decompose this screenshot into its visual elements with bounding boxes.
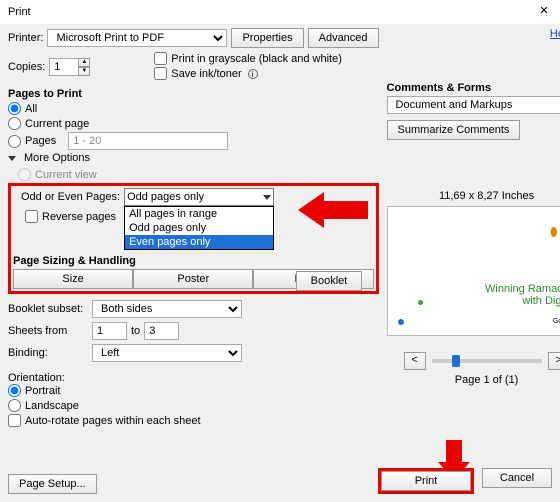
help-link[interactable]: Help?: [550, 28, 560, 40]
current-page-radio[interactable]: [8, 117, 21, 130]
reverse-checkbox[interactable]: [25, 210, 38, 223]
copies-label: Copies:: [8, 61, 45, 73]
pages-to-print-title: Pages to Print: [8, 88, 379, 100]
landscape-radio[interactable]: [8, 399, 21, 412]
binding-label: Binding:: [8, 347, 88, 359]
odd-even-label: Odd or Even Pages:: [21, 191, 120, 203]
advanced-button[interactable]: Advanced: [308, 28, 379, 48]
printer-select[interactable]: Microsoft Print to PDF: [47, 29, 227, 47]
comments-title: Comments & Forms: [387, 82, 560, 94]
pages-radio[interactable]: [8, 135, 21, 148]
autorotate-checkbox[interactable]: [8, 414, 21, 427]
page-setup-button[interactable]: Page Setup...: [8, 474, 97, 494]
sheets-from-input[interactable]: [92, 322, 127, 340]
cancel-button[interactable]: Cancel: [482, 468, 552, 488]
chevron-down-icon[interactable]: [8, 156, 16, 161]
grayscale-label: Print in grayscale (black and white): [171, 53, 342, 65]
page-indicator: Page 1 of (1): [387, 374, 560, 386]
dd-item-odd[interactable]: Odd pages only: [125, 221, 273, 235]
grayscale-checkbox[interactable]: [154, 52, 167, 65]
sizing-title: Page Sizing & Handling: [13, 255, 374, 267]
saveink-label: Save ink/toner: [171, 68, 241, 80]
odd-even-dropdown-list: All pages in range Odd pages only Even p…: [124, 206, 274, 250]
dd-item-even[interactable]: Even pages only: [125, 235, 273, 249]
summarize-button[interactable]: Summarize Comments: [387, 120, 521, 140]
odd-even-select[interactable]: Odd pages only: [124, 188, 274, 206]
more-options-toggle[interactable]: More Options: [24, 152, 90, 164]
printer-label: Printer:: [8, 32, 43, 44]
portrait-radio[interactable]: [8, 384, 21, 397]
size-tab[interactable]: Size: [13, 269, 133, 289]
chevron-down-icon: [263, 195, 271, 200]
red-arrow-annotation: [298, 188, 368, 232]
zoom-in-button[interactable]: >: [548, 352, 560, 370]
copies-down[interactable]: ▼: [78, 67, 90, 76]
copies-input[interactable]: [49, 58, 79, 76]
google-logo: Google: [553, 318, 560, 325]
zoom-out-button[interactable]: <: [404, 352, 426, 370]
properties-button[interactable]: Properties: [231, 28, 303, 48]
preview-dimensions: 11,69 x 8,27 Inches: [387, 190, 560, 202]
booklet-tab[interactable]: Booklet: [296, 271, 362, 291]
zoom-slider[interactable]: [432, 359, 542, 363]
orientation-title: Orientation:: [8, 372, 379, 384]
sheets-from-label: Sheets from: [8, 325, 88, 337]
copies-up[interactable]: ▲: [78, 58, 90, 67]
print-preview: ☾ ⬮ Winning Ramadanwith Digital Google: [387, 206, 560, 336]
all-radio[interactable]: [8, 102, 21, 115]
booklet-subset-select[interactable]: Both sides: [92, 300, 242, 318]
close-icon[interactable]: ✕: [536, 4, 552, 20]
sheets-to-input[interactable]: [144, 322, 179, 340]
print-button[interactable]: Print: [381, 471, 471, 491]
poster-tab[interactable]: Poster: [133, 269, 253, 289]
pages-range-input[interactable]: [68, 132, 228, 150]
saveink-checkbox[interactable]: [154, 67, 167, 80]
current-view-radio: [18, 168, 31, 181]
booklet-subset-label: Booklet subset:: [8, 303, 88, 315]
binding-select[interactable]: Left: [92, 344, 242, 362]
dd-item-all[interactable]: All pages in range: [125, 207, 273, 221]
info-icon[interactable]: i: [248, 69, 258, 79]
comments-select[interactable]: Document and Markups: [387, 96, 560, 114]
window-title: Print: [8, 6, 31, 18]
lantern-icon: ⬮: [550, 225, 558, 240]
